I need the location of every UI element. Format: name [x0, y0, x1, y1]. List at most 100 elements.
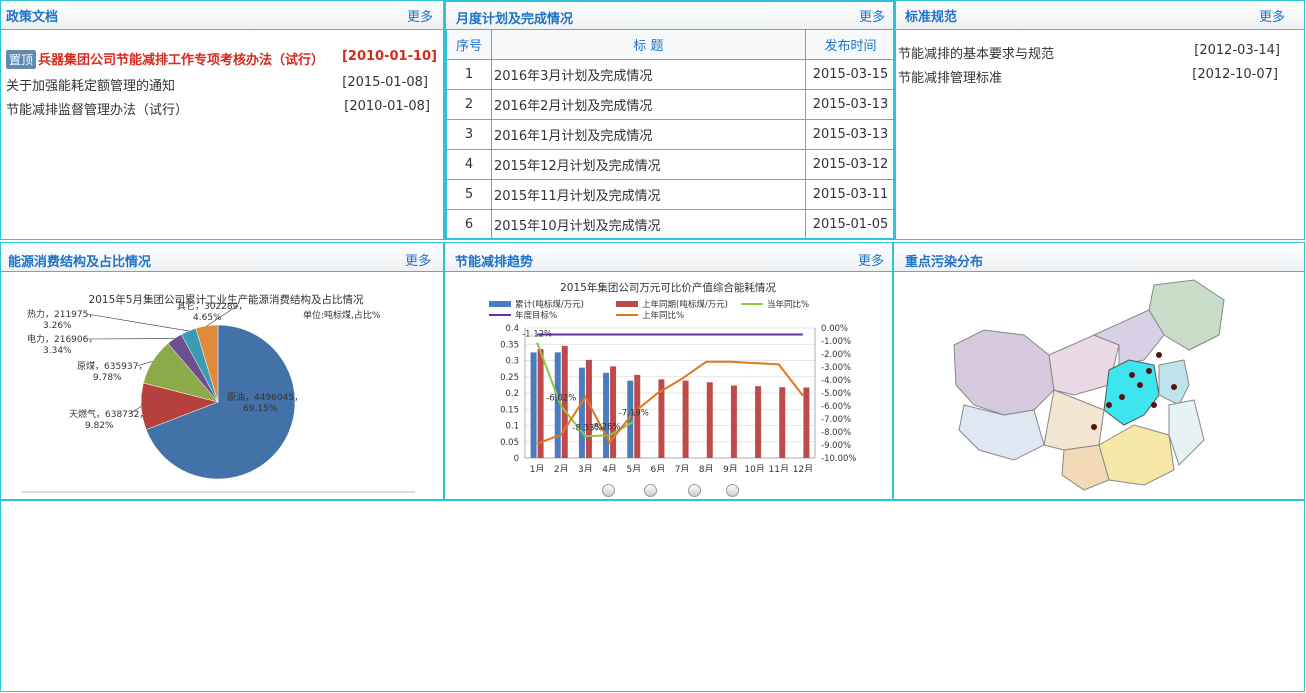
- row-no: 3: [446, 119, 492, 150]
- bar: [779, 387, 786, 458]
- list-item[interactable]: 节能减排监督管理办法（试行） [2010-01-08]: [6, 99, 437, 119]
- legend-label: 年度目标%: [515, 310, 557, 321]
- row-date: 2015-03-12: [805, 149, 893, 180]
- y2-tick-label: -8.00%: [821, 428, 851, 438]
- row-title[interactable]: 2015年12月计划及完成情况: [491, 149, 806, 180]
- pie-label-pct: 3.26%: [43, 321, 72, 331]
- x-tick-label: 1月: [530, 464, 545, 472]
- map-region-south: [1098, 424, 1175, 486]
- standards-more-link[interactable]: 更多: [1259, 6, 1285, 25]
- table-row[interactable]: 3 2016年1月计划及完成情况 2015-03-13: [446, 119, 893, 150]
- y-tick-label: 0.4: [505, 324, 519, 334]
- row-no: 1: [446, 59, 492, 90]
- list-item-title[interactable]: 关于加强能耗定额管理的通知: [6, 75, 175, 94]
- pollution-point: [1146, 368, 1152, 374]
- table-row[interactable]: 5 2015年11月计划及完成情况 2015-03-11: [446, 179, 893, 210]
- list-item[interactable]: 关于加强能耗定额管理的通知 [2015-01-08]: [6, 75, 437, 95]
- list-item-date: [2010-01-10]: [341, 49, 437, 64]
- list-item-title[interactable]: 节能减排的基本要求与规范: [898, 43, 1054, 62]
- monthly-more-link[interactable]: 更多: [859, 6, 885, 25]
- china-pollution-map[interactable]: [944, 275, 1244, 497]
- row-title[interactable]: 2016年3月计划及完成情况: [491, 59, 806, 90]
- empty-panel: [0, 500, 1305, 692]
- energy-more-link[interactable]: 更多: [405, 250, 431, 269]
- x-tick-label: 11月: [769, 464, 789, 472]
- list-item-date: [2010-01-08]: [344, 99, 430, 114]
- pollution-point: [1156, 352, 1162, 358]
- table-row[interactable]: 1 2016年3月计划及完成情况 2015-03-15: [446, 59, 893, 90]
- row-no: 6: [446, 209, 492, 238]
- bar: [803, 387, 810, 458]
- row-title[interactable]: 2015年11月计划及完成情况: [491, 179, 806, 210]
- list-item[interactable]: 节能减排的基本要求与规范 [2012-03-14]: [898, 43, 1280, 63]
- y2-tick-label: 0.00%: [821, 324, 848, 334]
- monthly-panel: 月度计划及完成情况 更多 序号 标 题 发布时间 1 2016年3月计划及完成情况…: [444, 0, 895, 240]
- monthly-table: 序号 标 题 发布时间 1 2016年3月计划及完成情况 2015-03-15 22…: [446, 29, 893, 238]
- list-item-title[interactable]: 节能减排监督管理办法（试行）: [6, 99, 188, 118]
- carousel-dot[interactable]: [644, 484, 657, 497]
- legend-label: 上年同期(吨标煤/万元): [642, 299, 728, 310]
- pie-label-pct: 9.78%: [93, 373, 122, 383]
- table-row[interactable]: 6 2015年10月计划及完成情况 2015-01-05: [446, 209, 893, 238]
- x-tick-label: 2月: [554, 464, 569, 472]
- data-label: -8.26%: [591, 422, 621, 432]
- pollution-point: [1137, 382, 1143, 388]
- map-region-southeast: [1168, 399, 1205, 466]
- y-tick-label: 0.25: [500, 373, 519, 383]
- chart-title: 2015年集团公司万元可比价产值综合能耗情况: [560, 281, 776, 294]
- bar: [706, 382, 713, 458]
- carousel-dot[interactable]: [726, 484, 739, 497]
- list-item[interactable]: 节能减排管理标准 [2012-10-07]: [898, 67, 1278, 87]
- map-region-sichuan: [1043, 389, 1105, 451]
- list-item[interactable]: 置顶 兵器集团公司节能减排工作专项考核办法（试行） [2010-01-10]: [6, 49, 437, 69]
- y-tick-label: 0.2: [505, 389, 519, 399]
- x-tick-label: 12月: [793, 464, 813, 472]
- column-header-title: 标 题: [491, 29, 806, 60]
- list-item-title[interactable]: 节能减排管理标准: [898, 67, 1002, 86]
- standards-header: 标准规范 更多: [896, 1, 1304, 30]
- x-tick-label: 4月: [602, 464, 617, 472]
- row-title[interactable]: 2016年2月计划及完成情况: [491, 89, 806, 120]
- y2-tick-label: -5.00%: [821, 389, 851, 399]
- legend-swatch: [616, 301, 638, 307]
- row-date: 2015-03-11: [805, 179, 893, 210]
- monthly-header: 月度计划及完成情况 更多: [446, 2, 893, 31]
- list-item-title[interactable]: 兵器集团公司节能减排工作专项考核办法（试行）: [38, 53, 324, 68]
- row-title[interactable]: 2016年1月计划及完成情况: [491, 119, 806, 150]
- carousel-dot[interactable]: [688, 484, 701, 497]
- x-tick-label: 9月: [723, 464, 738, 472]
- y-tick-label: 0.1: [505, 422, 519, 432]
- y2-tick-label: -4.00%: [821, 376, 851, 386]
- pie-leader-line: [86, 313, 189, 332]
- pie-label: 电力，216906，: [27, 333, 97, 345]
- pollution-point: [1119, 394, 1125, 400]
- bar: [578, 367, 585, 458]
- legend-label: 上年同比%: [642, 310, 684, 321]
- pollution-point: [1106, 402, 1112, 408]
- pinned-badge: 置顶: [6, 50, 37, 69]
- x-tick-label: 7月: [675, 464, 690, 472]
- legend-label: 当年同比%: [767, 299, 809, 310]
- trend-more-link[interactable]: 更多: [858, 250, 884, 269]
- data-label: -1.12%: [522, 330, 552, 340]
- list-item-date: [2012-10-07]: [1192, 67, 1278, 82]
- pollution-panel: 重点污染分布: [893, 242, 1305, 500]
- x-tick-label: 8月: [699, 464, 714, 472]
- table-row[interactable]: 4 2015年12月计划及完成情况 2015-03-12: [446, 149, 893, 180]
- y-tick-label: 0.3: [505, 357, 519, 367]
- carousel-dot[interactable]: [602, 484, 615, 497]
- policy-header: 政策文档 更多: [1, 1, 443, 30]
- policy-title: 政策文档: [6, 10, 59, 25]
- energy-pie-chart: 2015年5月集团公司累计工业生产能源消费结构及占比情况单位:吨标煤,占比%原油…: [21, 293, 415, 493]
- row-title[interactable]: 2015年10月计划及完成情况: [491, 209, 806, 238]
- table-row[interactable]: 2 2016年2月计划及完成情况 2015-03-13: [446, 89, 893, 120]
- pie-label-pct: 9.82%: [85, 421, 114, 431]
- policy-panel: 政策文档 更多 置顶 兵器集团公司节能减排工作专项考核办法（试行） [2010-0…: [0, 0, 444, 240]
- row-no: 2: [446, 89, 492, 120]
- y2-tick-label: -1.00%: [821, 337, 851, 347]
- y2-tick-label: -2.00%: [821, 350, 851, 360]
- policy-more-link[interactable]: 更多: [407, 6, 433, 25]
- list-item-date: [2012-03-14]: [1194, 43, 1280, 58]
- trend-combo-chart: 2015年集团公司万元可比价产值综合能耗情况累计(吨标煤/万元) 上年同期(吨标煤…: [489, 281, 856, 472]
- y-tick-label: 0: [514, 454, 519, 464]
